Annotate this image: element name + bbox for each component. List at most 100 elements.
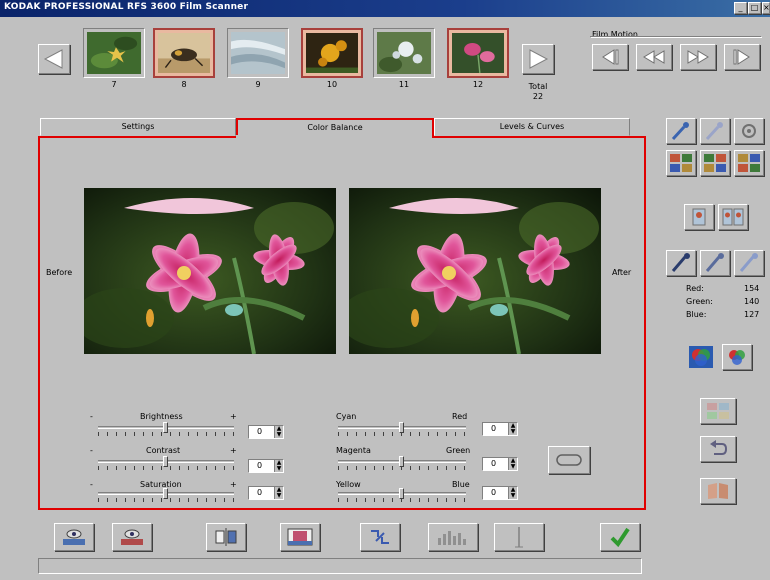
contrast-slider-thumb[interactable]	[163, 456, 168, 467]
maximize-button[interactable]: □	[748, 2, 761, 14]
variations-button-1[interactable]	[666, 150, 696, 176]
color-circles-icon	[729, 350, 745, 365]
variations-button-2[interactable]	[700, 150, 730, 176]
before-preview-image	[84, 188, 336, 354]
spin-arrows-icon[interactable]: ▲ ▼	[508, 458, 517, 470]
thumbnails-icon	[670, 154, 692, 172]
green-label: Green	[446, 446, 471, 455]
contrast-plus-label: +	[230, 446, 237, 455]
saturation-slider-thumb[interactable]	[163, 488, 168, 499]
spin-arrows-icon[interactable]: ▲ ▼	[508, 423, 517, 435]
filmstrip-prev-button[interactable]	[38, 44, 70, 74]
step-forward-icon	[733, 49, 750, 65]
spin-arrows-icon[interactable]: ▲ ▼	[274, 487, 283, 499]
settings-button[interactable]	[734, 118, 764, 144]
frame-number: 10	[326, 80, 338, 89]
minimize-button[interactable]: _	[734, 2, 747, 14]
cyan-red-value: 0	[491, 424, 497, 433]
yellow-blue-value-field[interactable]: 0 ▲ ▼	[482, 486, 518, 500]
tab-join	[236, 135, 432, 138]
undo-icon	[710, 440, 728, 455]
spin-arrows-icon[interactable]: ▲ ▼	[274, 426, 283, 438]
checkmark-icon	[610, 527, 630, 548]
triangle-left-icon	[43, 49, 63, 69]
film-end-button[interactable]	[724, 44, 760, 70]
brightness-label: Brightness	[140, 412, 183, 421]
brightness-minus-label: -	[90, 412, 93, 421]
compare-single-button[interactable]	[684, 204, 714, 230]
reset-button[interactable]	[548, 446, 590, 474]
crop-arrows-icon	[371, 530, 389, 544]
fast-forward-icon	[687, 50, 709, 64]
color-balance-button[interactable]	[722, 344, 752, 370]
saturation-plus-label: +	[230, 480, 237, 489]
tab-color-balance[interactable]: Color Balance	[236, 118, 434, 136]
film-frame-11[interactable]	[373, 28, 435, 78]
gray-point-eyedropper-button[interactable]	[700, 250, 730, 276]
single-figure-icon	[692, 208, 706, 226]
status-bar	[38, 558, 642, 574]
cyan-red-slider-thumb[interactable]	[399, 422, 404, 433]
spin-arrows-icon[interactable]: ▲ ▼	[274, 460, 283, 472]
compare-split-button[interactable]	[718, 204, 748, 230]
contrast-label: Contrast	[146, 446, 181, 455]
blue-readout-label: Blue:	[686, 310, 707, 319]
open-book-button[interactable]	[700, 478, 736, 504]
after-preview-image	[349, 188, 601, 354]
filmstrip-next-button[interactable]	[522, 44, 554, 74]
frame-image-icon	[231, 32, 285, 74]
color-mode-button[interactable]	[686, 344, 716, 370]
undo-button[interactable]	[700, 436, 736, 462]
film-forward-button[interactable]	[680, 44, 716, 70]
histogram-button[interactable]	[428, 523, 478, 551]
white-point-eyedropper-button[interactable]	[734, 250, 764, 276]
total-label: Total	[528, 82, 548, 91]
before-label: Before	[46, 268, 73, 277]
film-back-button[interactable]	[636, 44, 672, 70]
sharpen-button[interactable]	[494, 523, 544, 551]
magenta-green-slider-thumb[interactable]	[399, 456, 404, 467]
brightness-slider-thumb[interactable]	[163, 422, 168, 433]
preview-window-button[interactable]	[280, 523, 320, 551]
lily-photo-icon	[84, 188, 336, 354]
film-frame-10[interactable]	[301, 28, 363, 78]
film-rewind-button[interactable]	[592, 44, 628, 70]
title-bar: KODAK PROFESSIONAL RFS 3600 Film Scanner…	[0, 0, 770, 17]
auto-adjust-button[interactable]	[700, 398, 736, 424]
frame-number: 9	[255, 80, 261, 89]
film-frame-7[interactable]	[83, 28, 145, 78]
brightness-value-field[interactable]: 0 ▲ ▼	[248, 425, 284, 439]
scanner-eye-icon	[121, 529, 143, 545]
cyan-label: Cyan	[336, 412, 357, 421]
tab-levels-curves[interactable]: Levels & Curves	[434, 118, 630, 136]
eyedropper-remove-button[interactable]	[700, 118, 730, 144]
eyedropper-pick-button[interactable]	[666, 118, 696, 144]
frame-number: 11	[398, 80, 410, 89]
close-button[interactable]: ×	[762, 2, 770, 14]
tab-settings[interactable]: Settings	[40, 118, 236, 136]
variations-button-3[interactable]	[734, 150, 764, 176]
film-frame-12[interactable]	[447, 28, 509, 78]
yellow-blue-slider-thumb[interactable]	[399, 488, 404, 499]
contrast-value-field[interactable]: 0 ▲ ▼	[248, 459, 284, 473]
magenta-green-value-field[interactable]: 0 ▲ ▼	[482, 457, 518, 471]
color-circles-icon	[689, 346, 713, 368]
brightness-value: 0	[257, 427, 263, 436]
prescan-button[interactable]	[54, 523, 94, 551]
film-motion-divider	[590, 36, 762, 38]
lily-photo-icon	[349, 188, 601, 354]
histogram-icon	[438, 531, 466, 545]
black-point-eyedropper-button[interactable]	[666, 250, 696, 276]
saturation-label: Saturation	[140, 480, 182, 489]
crop-button[interactable]	[360, 523, 400, 551]
fast-back-icon	[643, 50, 665, 64]
spin-arrows-icon[interactable]: ▲ ▼	[508, 487, 517, 499]
contrast-value: 0	[257, 461, 263, 470]
scan-button[interactable]	[112, 523, 152, 551]
cyan-red-value-field[interactable]: 0 ▲ ▼	[482, 422, 518, 436]
film-frame-8[interactable]	[153, 28, 215, 78]
film-frame-9[interactable]	[227, 28, 289, 78]
ok-button[interactable]	[600, 523, 640, 551]
saturation-value-field[interactable]: 0 ▲ ▼	[248, 486, 284, 500]
split-view-button[interactable]	[206, 523, 246, 551]
